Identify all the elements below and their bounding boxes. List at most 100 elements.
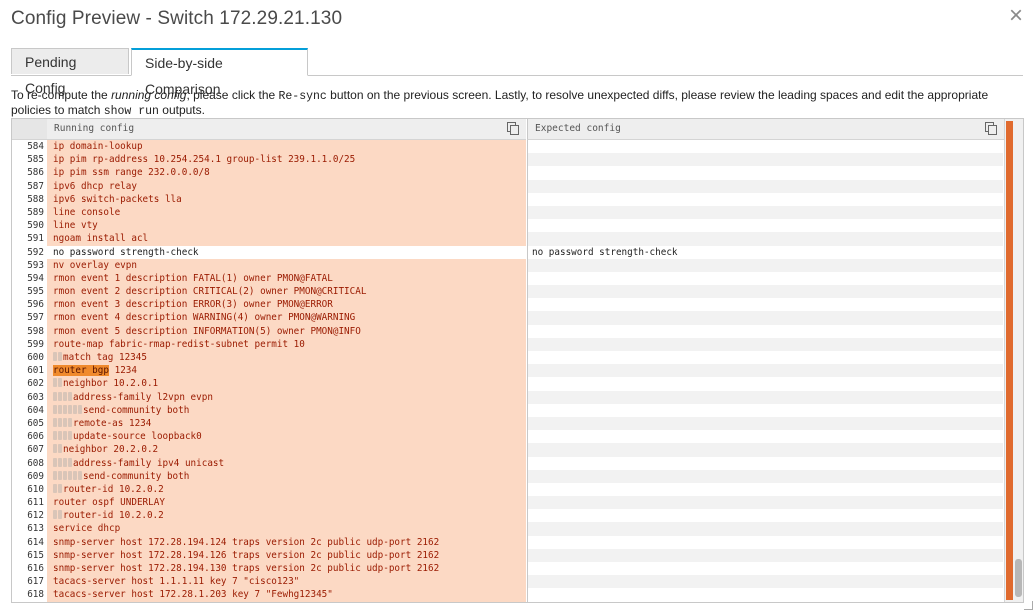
diff-row: 606 update-source loopback0 bbox=[12, 430, 1003, 444]
running-config-line: send-community both bbox=[47, 469, 526, 483]
line-number: 596 bbox=[12, 298, 47, 312]
line-number: 590 bbox=[12, 219, 47, 233]
leading-space-marker bbox=[73, 470, 77, 480]
expected-config-line bbox=[527, 271, 1003, 286]
leading-space-marker bbox=[58, 378, 62, 388]
running-config-text: tacacs-server host 1.1.1.11 key 7 "cisco… bbox=[53, 576, 300, 588]
diff-row: 608 address-family ipv4 unicast bbox=[12, 456, 1003, 470]
running-config-text: line vty bbox=[53, 220, 98, 232]
diff-row: 609 send-community both bbox=[12, 469, 1003, 483]
leading-space-marker bbox=[53, 404, 57, 414]
expected-config-line bbox=[527, 548, 1003, 562]
running-config-text: ip pim rp-address 10.254.254.1 group-lis… bbox=[53, 154, 356, 166]
expected-config-line bbox=[527, 285, 1003, 299]
diff-scrollbar[interactable] bbox=[1004, 119, 1023, 602]
line-number: 611 bbox=[12, 496, 47, 510]
expected-config-line bbox=[527, 258, 1003, 272]
leading-space-marker bbox=[53, 444, 57, 454]
diff-row: 594 rmon event 1 description FATAL(1) own… bbox=[12, 271, 1003, 286]
line-number: 617 bbox=[12, 575, 47, 589]
diff-row: 618 tacacs-server host 172.28.1.203 key 7… bbox=[12, 588, 1003, 602]
line-number: 608 bbox=[12, 456, 47, 470]
diff-row: 599 route-map fabric-rmap-redist-subnet p… bbox=[12, 337, 1003, 351]
running-config-line: ip pim ssm range 232.0.0.0/8 bbox=[47, 166, 526, 180]
expected-config-line bbox=[527, 456, 1003, 470]
running-config-line: snmp-server host 172.28.194.130 traps ve… bbox=[47, 562, 526, 576]
diff-row: 587 ipv6 dhcp relay bbox=[12, 179, 1003, 193]
copy-icon[interactable] bbox=[507, 122, 519, 135]
leading-space-marker bbox=[58, 457, 62, 467]
diff-row: 612 router-id 10.2.0.2 bbox=[12, 509, 1003, 523]
running-config-line: address-family l2vpn evpn bbox=[47, 390, 526, 404]
diff-viewer: Running config Expected config 584 ip dom… bbox=[11, 118, 1024, 603]
instructions-italic: running config bbox=[111, 88, 187, 102]
running-config-line: router-id 10.2.0.2 bbox=[47, 509, 526, 523]
diff-row: 584 ip domain-lookup bbox=[12, 140, 1003, 154]
running-config-text: router-id 10.2.0.2 bbox=[63, 483, 164, 495]
line-number: 606 bbox=[12, 430, 47, 444]
expected-config-line bbox=[527, 298, 1003, 312]
running-config-text: rmon event 3 description ERROR(3) owner … bbox=[53, 299, 333, 311]
running-config-text: address-family ipv4 unicast bbox=[73, 457, 225, 469]
close-icon[interactable]: × bbox=[1009, 4, 1023, 28]
running-config-text: no password strength-check bbox=[53, 246, 199, 258]
diff-highlight: router bgp bbox=[53, 365, 109, 377]
running-config-line: snmp-server host 172.28.194.124 traps ve… bbox=[47, 535, 526, 549]
leading-space-marker bbox=[58, 470, 62, 480]
leading-space-marker bbox=[53, 391, 57, 401]
expected-config-line bbox=[527, 588, 1003, 602]
running-config-line: rmon event 3 description ERROR(3) owner … bbox=[47, 298, 526, 312]
line-number: 609 bbox=[12, 469, 47, 483]
running-config-line: nv overlay evpn bbox=[47, 258, 526, 272]
diff-row: 610 router-id 10.2.0.2 bbox=[12, 482, 1003, 497]
diff-row: 604 send-community both bbox=[12, 403, 1003, 417]
running-config-line: router bgp 1234 bbox=[47, 364, 526, 378]
running-config-line: tacacs-server host 1.1.1.11 key 7 "cisco… bbox=[47, 575, 526, 589]
running-config-text: service dhcp bbox=[53, 523, 121, 535]
diff-row: 585 ip pim rp-address 10.254.254.1 group-… bbox=[12, 153, 1003, 167]
running-config-text: ngoam install acl bbox=[53, 233, 149, 245]
line-number: 595 bbox=[12, 285, 47, 299]
expected-config-line bbox=[527, 416, 1003, 431]
line-number: 594 bbox=[12, 271, 47, 286]
line-number: 589 bbox=[12, 205, 47, 220]
scrollbar-thumb[interactable] bbox=[1015, 559, 1022, 597]
running-config-line: rmon event 1 description FATAL(1) owner … bbox=[47, 271, 526, 286]
running-config-label: Running config bbox=[54, 123, 135, 134]
diff-row: 600 match tag 12345 bbox=[12, 351, 1003, 365]
tab-pending-config[interactable]: Pending Config bbox=[11, 48, 129, 96]
running-config-text: send-community both bbox=[83, 404, 190, 416]
running-config-line: line vty bbox=[47, 219, 526, 233]
running-config-line: send-community both bbox=[47, 403, 526, 417]
running-config-line: neighbor 20.2.0.2 bbox=[47, 443, 526, 457]
diff-row: 598 rmon event 5 description INFORMATION(… bbox=[12, 324, 1003, 338]
expected-config-line bbox=[527, 192, 1003, 206]
line-number: 585 bbox=[12, 153, 47, 167]
leading-space-marker bbox=[53, 378, 57, 388]
copy-icon[interactable] bbox=[985, 122, 997, 135]
instructions-text: To re-compute the running config, please… bbox=[11, 88, 1011, 118]
resize-handle[interactable] bbox=[1024, 601, 1033, 610]
running-config-line: ipv6 switch-packets lla bbox=[47, 192, 526, 206]
diff-row: 595 rmon event 2 description CRITICAL(2) … bbox=[12, 285, 1003, 299]
expected-config-line bbox=[527, 535, 1003, 549]
line-number: 593 bbox=[12, 258, 47, 272]
diff-row: 596 rmon event 3 description ERROR(3) own… bbox=[12, 298, 1003, 312]
expected-config-line: no password strength-check bbox=[527, 245, 1003, 259]
diff-row: 603 address-family l2vpn evpn bbox=[12, 390, 1003, 404]
expected-config-line bbox=[527, 232, 1003, 246]
diff-row: 605 remote-as 1234 bbox=[12, 416, 1003, 431]
running-config-text: update-source loopback0 bbox=[73, 431, 202, 443]
running-config-text: ipv6 dhcp relay bbox=[53, 180, 137, 192]
running-config-text: ip domain-lookup bbox=[53, 141, 143, 152]
leading-space-marker bbox=[58, 352, 62, 361]
running-config-text: line console bbox=[53, 206, 121, 218]
running-config-text: snmp-server host 172.28.194.124 traps ve… bbox=[53, 536, 440, 548]
tab-side-by-side-comparison[interactable]: Side-by-side Comparison bbox=[131, 48, 308, 97]
expected-config-line bbox=[527, 179, 1003, 193]
line-number: 601 bbox=[12, 364, 47, 378]
line-number: 604 bbox=[12, 403, 47, 417]
expected-config-line bbox=[527, 166, 1003, 180]
leading-space-marker bbox=[53, 457, 57, 467]
leading-space-marker bbox=[68, 431, 72, 441]
